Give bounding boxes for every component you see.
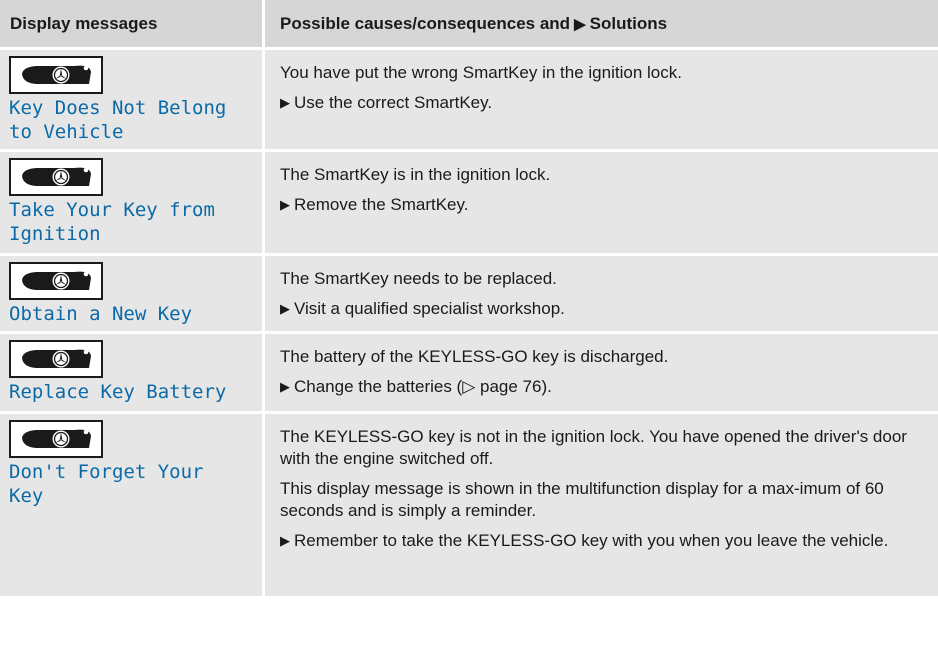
header-display-messages: Display messages: [0, 0, 262, 50]
triangle-right-icon: ▶: [280, 379, 290, 394]
triangle-right-icon: ▶: [280, 301, 290, 316]
triangle-right-icon: ▶: [574, 15, 586, 33]
triangle-right-icon: ▶: [280, 95, 290, 110]
smartkey-icon: [9, 262, 103, 300]
solution-cell: The SmartKey is in the ignition lock. ▶ …: [262, 152, 938, 256]
solution-step: ▶ Use the correct SmartKey.: [280, 92, 924, 114]
solution-cell: You have put the wrong SmartKey in the i…: [262, 50, 938, 152]
table-header-row: Display messages Possible causes/consequ…: [0, 0, 938, 50]
header-solutions-label: Solutions: [589, 13, 668, 33]
solution-step: ▶ Change the batteries (▷ page 76).: [280, 376, 924, 398]
page-reference-text[interactable]: Change the batteries (▷ page 76).: [294, 376, 924, 398]
table-row: Don't Forget Your Key The KEYLESS-GO key…: [0, 414, 938, 599]
triangle-right-icon: ▶: [280, 533, 290, 548]
step-text: Visit a qualified specialist workshop.: [294, 299, 565, 318]
cause-text: The SmartKey is in the ignition lock.: [280, 165, 551, 184]
step-text: Remember to take the KEYLESS-GO key with…: [294, 531, 889, 550]
message-text: Take Your Key from Ignition: [9, 199, 215, 245]
smartkey-icon: [9, 340, 103, 378]
table-row: Obtain a New Key The SmartKey needs to b…: [0, 256, 938, 334]
triangle-right-icon: ▶: [280, 197, 290, 212]
message-cell: Take Your Key from Ignition: [0, 152, 262, 256]
cause-text: The battery of the KEYLESS-GO key is dis…: [280, 347, 669, 366]
solution-cell: The KEYLESS-GO key is not in the ignitio…: [262, 414, 938, 599]
smartkey-icon: [9, 420, 103, 458]
message-text: Don't Forget Your Key: [9, 461, 204, 507]
message-cell: Don't Forget Your Key: [0, 414, 262, 599]
message-cell: Key Does Not Belong to Vehicle: [0, 50, 262, 152]
table-row: Replace Key Battery The battery of the K…: [0, 334, 938, 414]
message-cell: Obtain a New Key: [0, 256, 262, 334]
message-text: Obtain a New Key: [9, 303, 193, 325]
solution-step: ▶ Remove the SmartKey.: [280, 194, 924, 216]
header-causes-solutions: Possible causes/consequences and ▶ Solutio…: [262, 0, 938, 50]
display-messages-table: Display messages Possible causes/consequ…: [0, 0, 938, 599]
solution-step: ▶ Visit a qualified specialist workshop.: [280, 298, 924, 320]
cause-text: This display message is shown in the mul…: [280, 479, 884, 520]
message-text: Replace Key Battery: [9, 381, 227, 403]
smartkey-icon: [9, 158, 103, 196]
message-text: Key Does Not Belong to Vehicle: [9, 97, 227, 143]
table-row: Key Does Not Belong to Vehicle You have …: [0, 50, 938, 152]
header-causes-label: Possible causes/consequences and: [280, 13, 571, 33]
message-cell: Replace Key Battery: [0, 334, 262, 414]
step-text: Use the correct SmartKey.: [294, 93, 493, 112]
cause-text: The KEYLESS-GO key is not in the ignitio…: [280, 427, 907, 468]
step-text: Remove the SmartKey.: [294, 195, 469, 214]
solution-step: ▶ Remember to take the KEYLESS-GO key wi…: [280, 530, 924, 552]
cause-text: You have put the wrong SmartKey in the i…: [280, 63, 682, 82]
solution-cell: The battery of the KEYLESS-GO key is dis…: [262, 334, 938, 414]
smartkey-icon: [9, 56, 103, 94]
table-row: Take Your Key from Ignition The SmartKey…: [0, 152, 938, 256]
solution-cell: The SmartKey needs to be replaced. ▶ Vis…: [262, 256, 938, 334]
cause-text: The SmartKey needs to be replaced.: [280, 269, 557, 288]
